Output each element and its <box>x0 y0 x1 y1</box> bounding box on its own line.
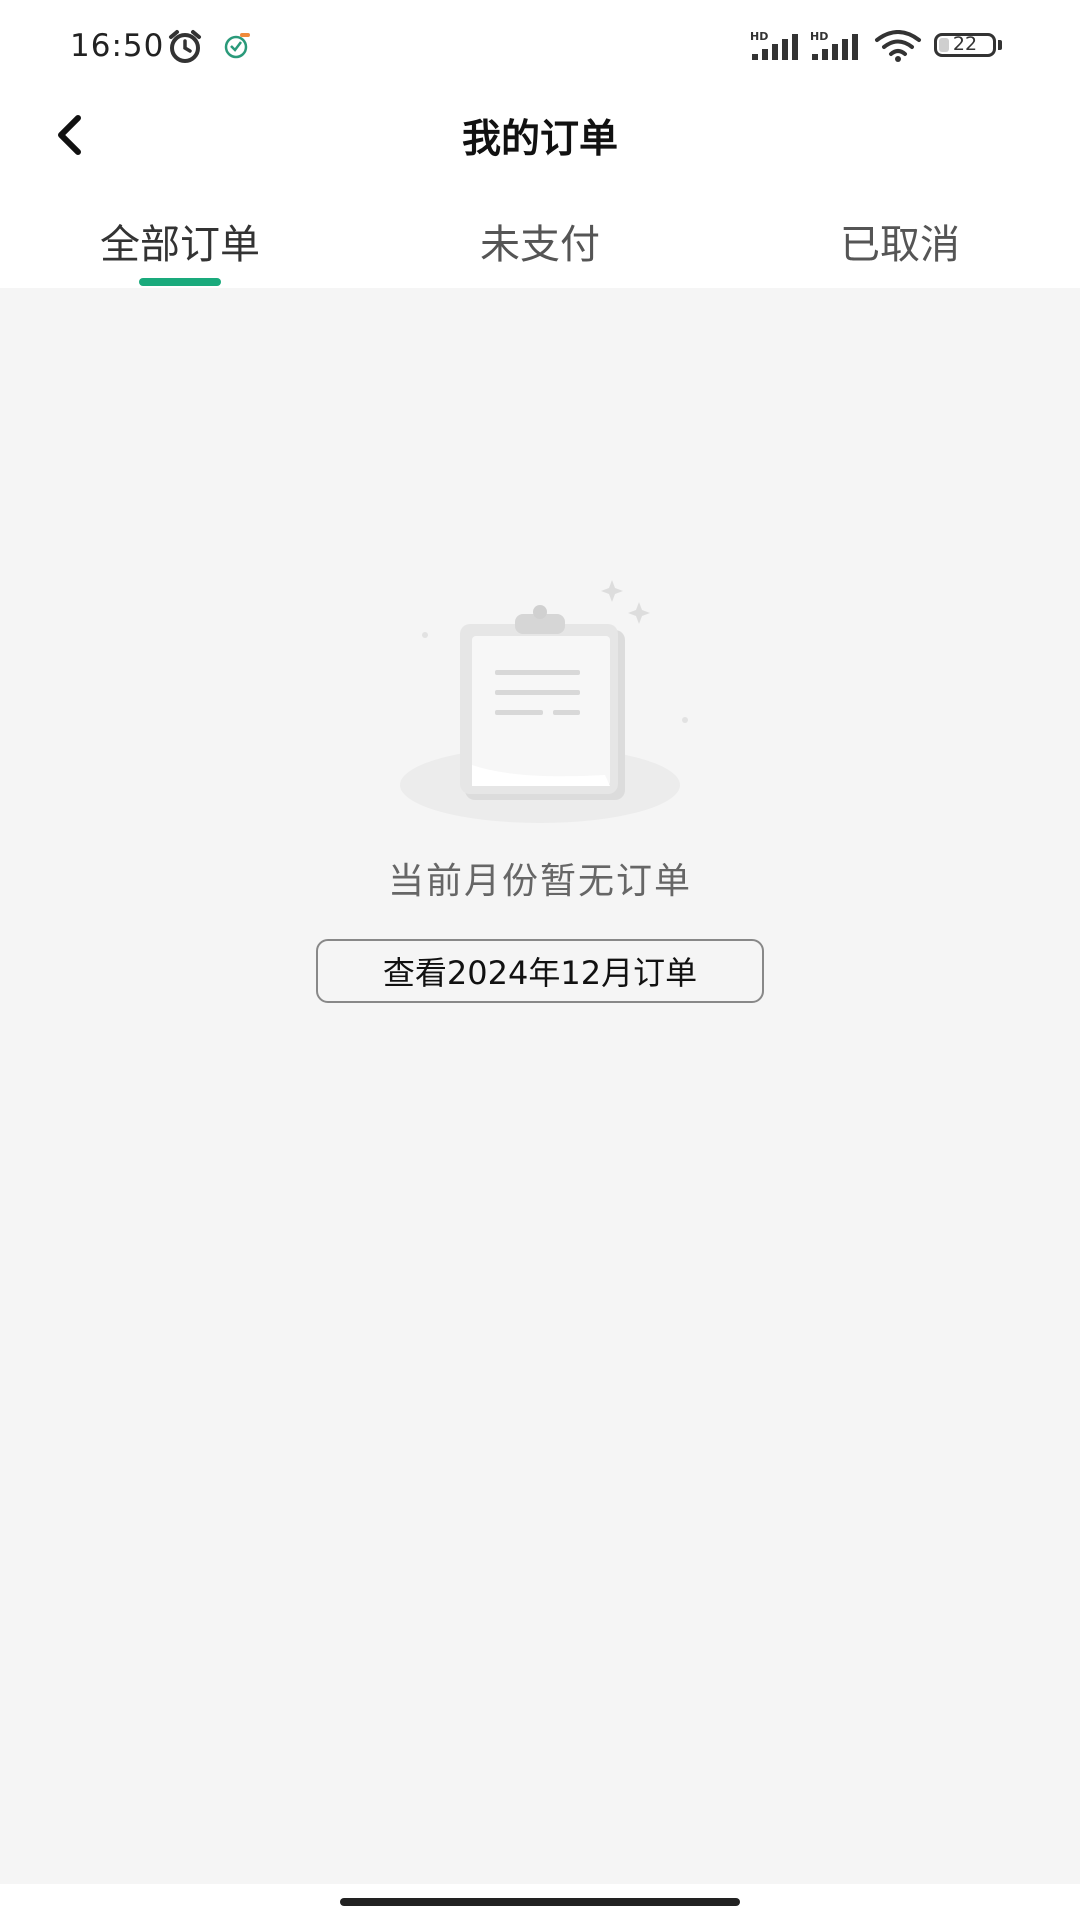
status-bar: 16:50 HD HD 22 <box>0 0 1080 96</box>
battery-level: 22 <box>952 33 978 55</box>
tab-cancelled[interactable]: 已取消 <box>750 212 1050 270</box>
signal-icon: HD <box>810 30 864 66</box>
view-previous-month-label: 查看2024年12月订单 <box>382 954 698 992</box>
tab-all-orders[interactable]: 全部订单 <box>30 212 330 270</box>
page-title: 我的订单 <box>461 117 618 162</box>
signal-icon: HD <box>750 30 804 66</box>
signal-hd-label: HD <box>750 30 768 43</box>
battery-tip <box>998 40 1002 50</box>
signal-hd-label: HD <box>810 30 828 43</box>
wifi-icon <box>874 30 922 66</box>
empty-clipboard-icon <box>355 580 725 830</box>
active-tab-indicator <box>139 278 221 286</box>
battery-icon: 22 <box>934 33 996 57</box>
app-notification-icon <box>222 32 252 64</box>
empty-message: 当前月份暂无订单 <box>387 861 692 902</box>
alarm-icon <box>166 29 204 69</box>
tab-unpaid[interactable]: 未支付 <box>390 212 690 270</box>
home-indicator[interactable] <box>340 1898 740 1906</box>
view-previous-month-button[interactable]: 查看2024年12月订单 <box>316 939 764 1003</box>
status-time: 16:50 <box>70 28 165 64</box>
